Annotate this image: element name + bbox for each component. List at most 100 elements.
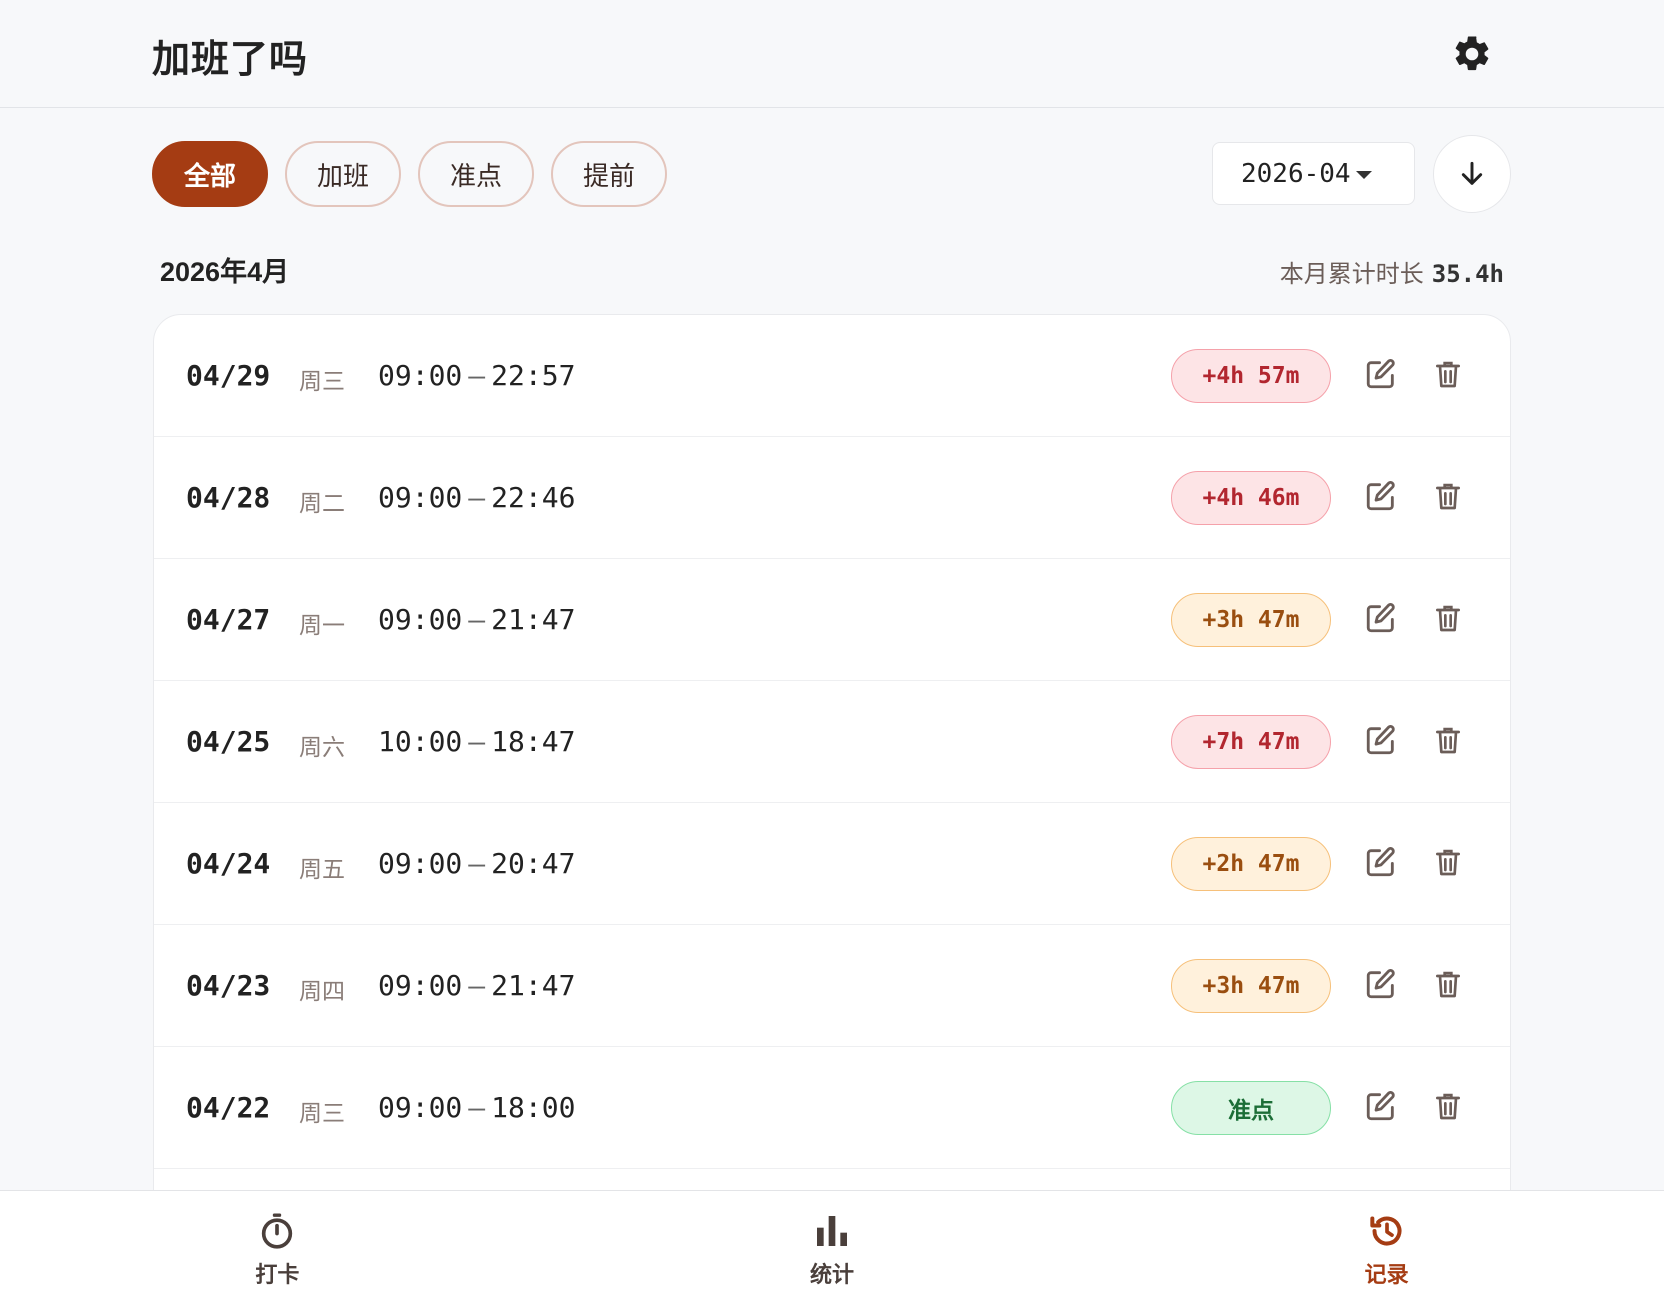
edit-button[interactable]: [1361, 722, 1401, 762]
edit-button[interactable]: [1361, 1088, 1401, 1128]
trash-icon: [1432, 602, 1464, 639]
gear-icon: [1455, 36, 1489, 71]
trash-icon: [1432, 724, 1464, 761]
nav-label-checkin: 打卡: [255, 1262, 300, 1287]
filter-chip-ontime[interactable]: 准点: [418, 141, 535, 207]
record-date: 04/29: [186, 359, 271, 392]
edit-button[interactable]: [1361, 478, 1401, 518]
monthly-total-label: 本月累计时长: [1279, 261, 1424, 288]
record-weekday: 周六: [299, 734, 345, 760]
trash-icon: [1432, 1090, 1464, 1127]
trash-icon: [1432, 358, 1464, 395]
sort-button[interactable]: [1433, 135, 1511, 213]
overtime-badge: +7h 47m: [1171, 715, 1331, 769]
record-row[interactable]: 04/28 周二 09:00–22:46 +4h 46m: [154, 437, 1510, 559]
record-date: 04/22: [186, 1091, 271, 1124]
record-row[interactable]: 04/22 周三 09:00–18:00 准点: [154, 1047, 1510, 1169]
edit-icon: [1364, 479, 1398, 518]
time-separator: –: [468, 359, 486, 392]
record-end-time: 18:47: [491, 725, 576, 758]
settings-button[interactable]: [1446, 28, 1498, 80]
record-date: 04/25: [186, 725, 271, 758]
record-row[interactable]: 04/23 周四 09:00–21:47 +3h 47m: [154, 925, 1510, 1047]
record-time-range: 09:00–21:47: [378, 603, 575, 636]
edit-icon: [1364, 1089, 1398, 1128]
overtime-badge: 准点: [1171, 1081, 1331, 1135]
nav-label-records: 记录: [1364, 1262, 1409, 1287]
record-start-time: 09:00: [378, 1091, 463, 1124]
history-icon: [1370, 1216, 1402, 1246]
record-date: 04/27: [186, 603, 271, 636]
record-start-time: 09:00: [378, 603, 463, 636]
delete-button[interactable]: [1428, 844, 1468, 884]
bar-chart-icon: [817, 1216, 847, 1246]
edit-button[interactable]: [1361, 600, 1401, 640]
trash-icon: [1432, 968, 1464, 1005]
overtime-badge: +3h 47m: [1171, 593, 1331, 647]
record-end-time: 20:47: [491, 847, 576, 880]
overtime-badge: +4h 46m: [1171, 471, 1331, 525]
record-time-range: 09:00–20:47: [378, 847, 575, 880]
app-root: 加班了吗 全部 加班 准点 提前 2026-04 2026年4月 本月累计时长 3…: [0, 0, 1664, 1296]
edit-button[interactable]: [1361, 356, 1401, 396]
delete-button[interactable]: [1428, 600, 1468, 640]
time-separator: –: [468, 847, 486, 880]
time-separator: –: [468, 481, 486, 514]
nav-label-stats: 统计: [810, 1262, 855, 1287]
month-title: 2026年4月: [160, 257, 290, 287]
record-row[interactable]: 04/25 周六 10:00–18:47 +7h 47m: [154, 681, 1510, 803]
record-end-time: 21:47: [491, 969, 576, 1002]
record-weekday: 周五: [299, 856, 345, 882]
nav-item-stats[interactable]: 统计: [555, 1191, 1110, 1296]
filter-chip-early[interactable]: 提前: [551, 141, 668, 207]
record-date: 04/28: [186, 481, 271, 514]
record-row[interactable]: 04/27 周一 09:00–21:47 +3h 47m: [154, 559, 1510, 681]
app-title: 加班了吗: [152, 39, 309, 81]
delete-button[interactable]: [1428, 1088, 1468, 1128]
edit-button[interactable]: [1361, 966, 1401, 1006]
record-start-time: 09:00: [378, 969, 463, 1002]
caret-down-icon: [1356, 171, 1372, 179]
record-date: 04/24: [186, 847, 271, 880]
delete-button[interactable]: [1428, 356, 1468, 396]
time-separator: –: [468, 725, 486, 758]
delete-button[interactable]: [1428, 478, 1468, 518]
edit-icon: [1364, 723, 1398, 762]
monthly-total: 本月累计时长 35.4h: [1280, 254, 1504, 289]
delete-button[interactable]: [1428, 722, 1468, 762]
record-weekday: 周一: [299, 612, 345, 638]
delete-button[interactable]: [1428, 966, 1468, 1006]
record-row[interactable]: 04/29 周三 09:00–22:57 +4h 57m: [154, 315, 1510, 437]
record-start-time: 09:00: [378, 359, 463, 392]
filter-chip-all[interactable]: 全部: [152, 141, 269, 207]
record-time-range: 09:00–18:00: [378, 1091, 575, 1124]
record-time-range: 10:00–18:47: [378, 725, 575, 758]
record-time-range: 09:00–22:46: [378, 481, 575, 514]
records-list: 04/29 周三 09:00–22:57 +4h 57m 04/28 周二 09:00–22…: [153, 314, 1511, 1194]
nav-item-checkin[interactable]: 打卡: [0, 1191, 555, 1296]
nav-item-records[interactable]: 记录: [1109, 1191, 1664, 1296]
filter-chip-overtime[interactable]: 加班: [285, 141, 402, 207]
record-start-time: 10:00: [378, 725, 463, 758]
app-header: 加班了吗: [0, 0, 1664, 108]
overtime-badge: +4h 57m: [1171, 349, 1331, 403]
month-select[interactable]: 2026-04: [1212, 142, 1415, 205]
record-time-range: 09:00–21:47: [378, 969, 575, 1002]
bottom-nav: 打卡 统计 记录: [0, 1190, 1664, 1296]
overtime-badge: +3h 47m: [1171, 959, 1331, 1013]
record-end-time: 18:00: [491, 1091, 576, 1124]
filter-bar: 全部 加班 准点 提前: [152, 141, 668, 207]
record-start-time: 09:00: [378, 481, 463, 514]
record-end-time: 22:57: [491, 359, 576, 392]
edit-icon: [1364, 845, 1398, 884]
edit-icon: [1364, 967, 1398, 1006]
record-row[interactable]: 04/24 周五 09:00–20:47 +2h 47m: [154, 803, 1510, 925]
time-separator: –: [468, 603, 486, 636]
record-end-time: 21:47: [491, 603, 576, 636]
overtime-badge: +2h 47m: [1171, 837, 1331, 891]
monthly-total-value: 35.4h: [1431, 260, 1504, 288]
edit-icon: [1364, 357, 1398, 396]
record-weekday: 周三: [299, 368, 345, 394]
edit-button[interactable]: [1361, 844, 1401, 884]
record-time-range: 09:00–22:57: [378, 359, 575, 392]
